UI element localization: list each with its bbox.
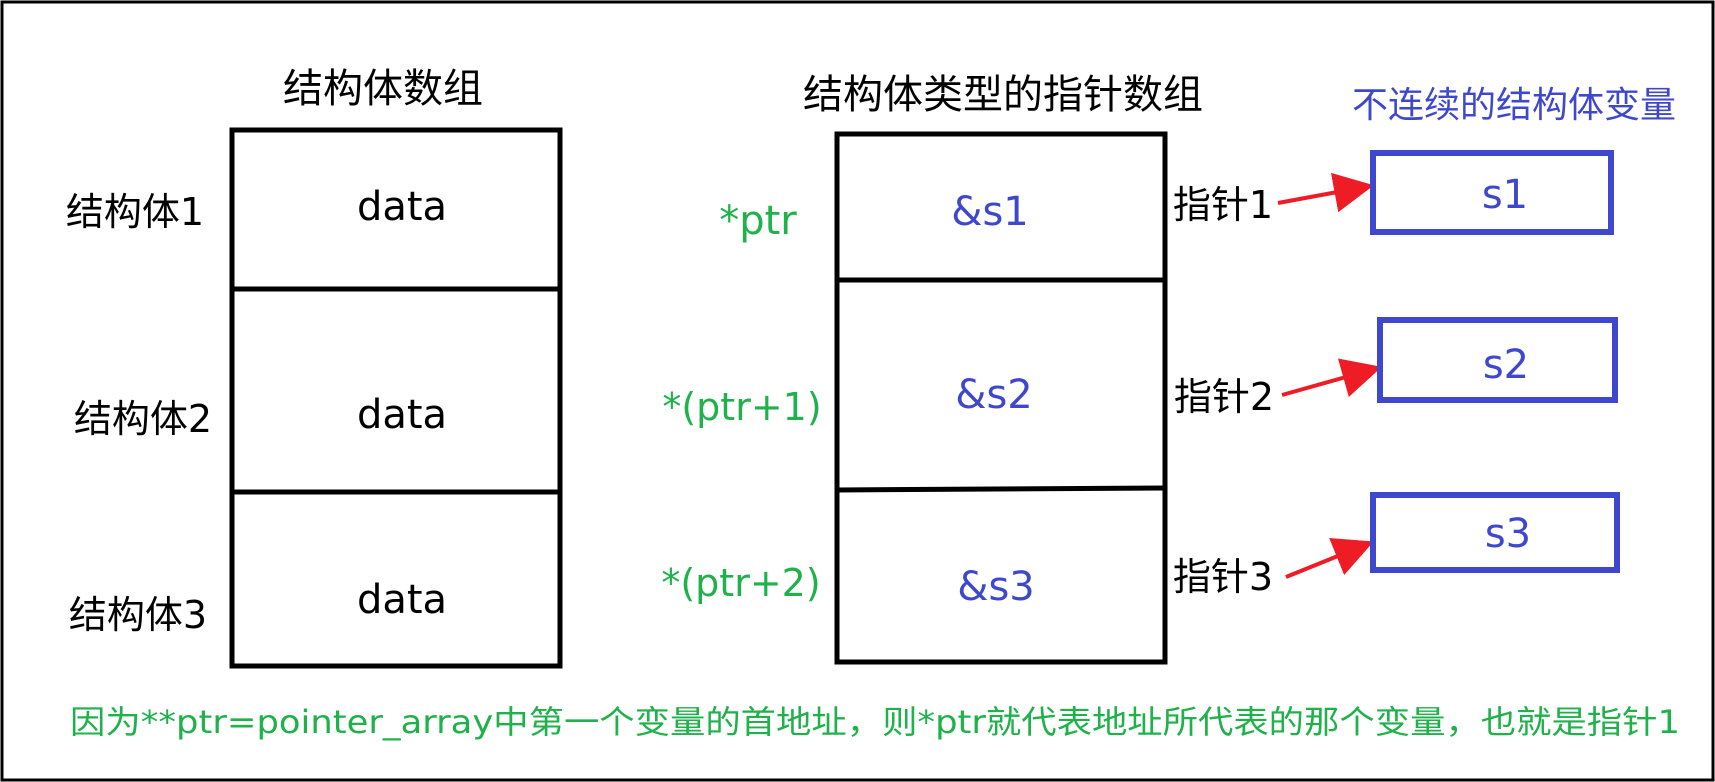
pointer-cell-2: &s2 [955,372,1032,418]
struct-row-label-1: 结构体1 [66,190,204,234]
struct-vars-title: 不连续的结构体变量 [1352,85,1676,126]
struct-cell-2: data [357,392,447,438]
struct-cell-1: data [357,184,447,230]
struct-array-table: data data data [229,127,563,669]
arrow-to-s3 [1285,537,1374,579]
pointer-row-label-3: *(ptr+2) [661,561,820,605]
struct-cell-3: data [357,577,447,623]
struct-array-title: 结构体数组 [283,66,483,112]
pointer-cell-1: &s1 [951,189,1028,235]
struct-var-s1: s1 [1482,172,1528,218]
pointer-array-title: 结构体类型的指针数组 [803,72,1203,118]
pointer-array-divider-2 [836,485,1166,493]
pointer-label-2: 指针2 [1174,375,1274,419]
struct-row-label-3: 结构体3 [69,593,207,637]
arrow-to-s2 [1281,358,1382,397]
diagram-canvas: 结构体数组 data data data 结构体1 结构体2 结构体3 结构体类… [0,0,1715,782]
struct-var-s2: s2 [1483,342,1529,388]
pointer-label-1: 指针1 [1173,183,1273,227]
struct-row-label-2: 结构体2 [74,397,212,441]
pointer-cell-3: &s3 [957,564,1034,610]
pointer-row-label-2: *(ptr+1) [662,385,821,429]
footer-note: 因为**ptr=pointer_array中第一个变量的首地址，则*ptr就代表… [70,703,1680,741]
diagram-svg: 结构体数组 data data data 结构体1 结构体2 结构体3 结构体类… [0,0,1715,782]
pointer-label-3: 指针3 [1173,555,1273,599]
pointer-array-table: &s1 &s2 &s3 [834,131,1168,665]
pointer-row-label-1: *ptr [719,198,797,244]
arrow-to-s1 [1277,172,1374,213]
struct-var-s3: s3 [1485,511,1531,557]
